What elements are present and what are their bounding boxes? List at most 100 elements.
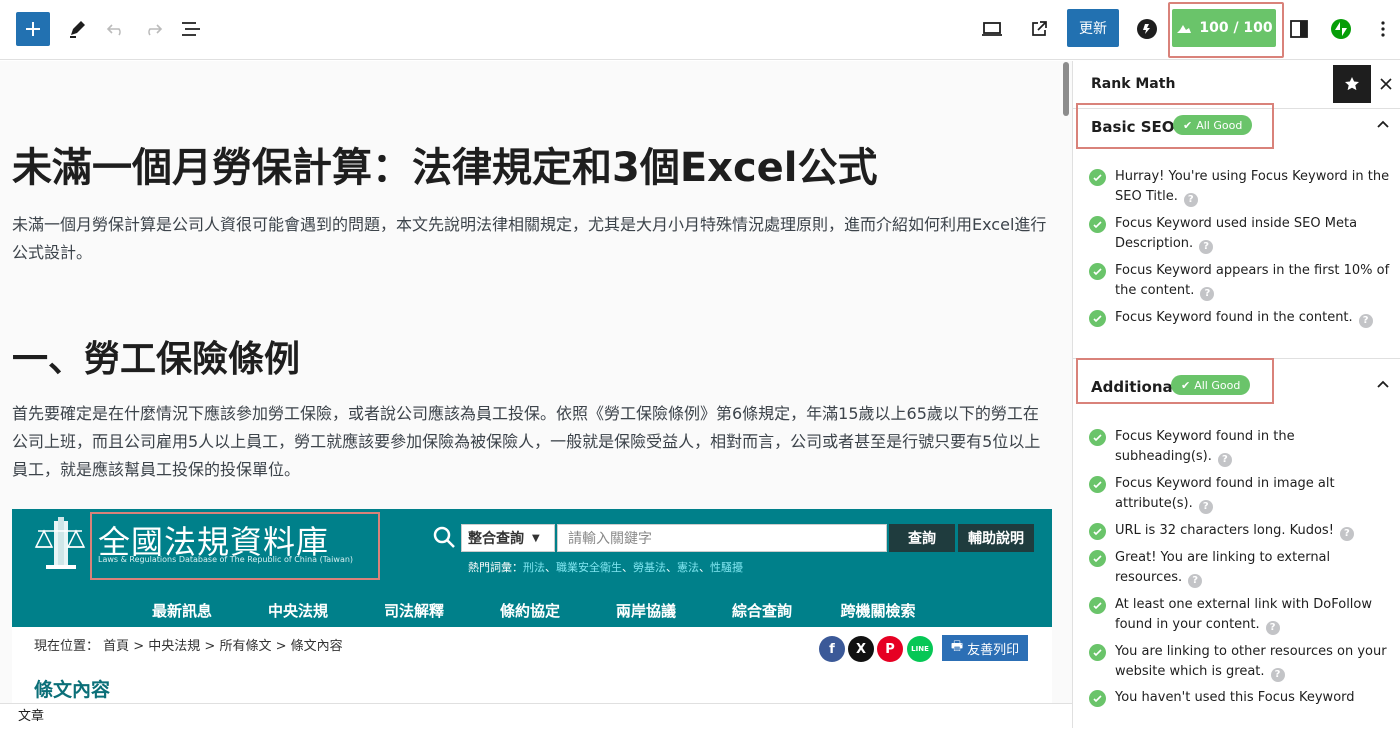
check-circle-icon [1089, 644, 1106, 661]
desktop-preview-icon [982, 22, 1002, 36]
chevron-up-icon[interactable] [1373, 375, 1393, 395]
check-circle-icon [1089, 476, 1106, 493]
check-circle-icon [1089, 523, 1106, 540]
post-title[interactable]: 未滿一個月勞保計算：法律規定和3個Excel公式 [12, 135, 878, 193]
hot-term: 職業安全衛生 [556, 561, 622, 574]
check-item: Hurray! You're using Focus Keyword in th… [1089, 167, 1394, 207]
view-post-button[interactable] [1024, 14, 1054, 44]
check-item: Focus Keyword found in the subheading(s)… [1089, 427, 1394, 467]
section-title-additional[interactable]: Additional [1091, 378, 1178, 396]
help-icon[interactable]: ? [1198, 500, 1213, 514]
undo-icon [106, 24, 121, 36]
jetpack-button[interactable] [1326, 14, 1356, 44]
law-main-nav: 最新訊息 中央法規 司法解釋 條約協定 兩岸協議 綜合查詢 跨機關檢索 [12, 595, 1052, 627]
sidebar-title: Rank Math [1091, 76, 1176, 92]
check-item-label: You haven't used this Focus Keyword [1115, 690, 1355, 705]
intro-paragraph[interactable]: 未滿一個月勞保計算是公司人資很可能會遇到的問題，本文先說明法律相關規定，尤其是大… [12, 211, 1052, 267]
help-icon[interactable]: ? [1358, 314, 1373, 328]
check-item-label: Focus Keyword appears in the first 10% o… [1115, 263, 1390, 298]
line-icon: LINE [907, 636, 933, 662]
hot-terms-label: 熱門詞彙： [468, 561, 523, 574]
help-icon[interactable]: ? [1339, 527, 1354, 541]
external-link-icon [1032, 21, 1047, 36]
help-icon[interactable]: ? [1188, 574, 1203, 588]
pencil-icon [70, 21, 85, 38]
scales-of-justice-icon [34, 517, 86, 569]
blogger-plugin-button[interactable] [1132, 14, 1162, 44]
rank-math-sidebar: Rank Math Basic SEO ✔ All Good Hurray! Yo… [1072, 61, 1400, 728]
check-circle-icon [1089, 263, 1106, 280]
law-nav-item: 跨機關檢索 [840, 602, 916, 620]
close-sidebar-button[interactable] [1375, 73, 1397, 95]
check-item: URL is 32 characters long. Kudos!? [1089, 521, 1394, 541]
sidebar-toggle-icon [1290, 20, 1308, 38]
more-vertical-icon [1381, 21, 1385, 37]
tools-button[interactable] [62, 14, 92, 44]
hot-term: 性騷擾 [710, 561, 743, 574]
section-title-basic-seo[interactable]: Basic SEO [1091, 118, 1175, 136]
article-heading: 條文內容 [34, 679, 111, 701]
hot-term: 刑法 [523, 561, 545, 574]
undo-button[interactable] [101, 14, 131, 44]
preview-button[interactable] [977, 14, 1007, 44]
redo-icon [148, 24, 163, 36]
add-block-button[interactable] [16, 12, 50, 46]
check-item-label: URL is 32 characters long. Kudos! [1115, 523, 1334, 538]
check-item: Great! You are linking to external resou… [1089, 548, 1394, 588]
help-icon[interactable]: ? [1265, 621, 1280, 635]
plurk-icon: P [877, 636, 903, 662]
help-icon[interactable]: ? [1200, 287, 1215, 301]
print-label: 友善列印 [967, 642, 1020, 658]
check-circle-icon [1089, 216, 1106, 233]
x-icon: X [848, 636, 874, 662]
blogger-b-icon [1137, 19, 1157, 39]
settings-sidebar-toggle[interactable] [1284, 14, 1314, 44]
check-circle-icon [1089, 310, 1106, 327]
chevron-up-icon[interactable] [1373, 115, 1393, 135]
law-search-button: 查詢 [889, 524, 955, 552]
check-item: Focus Keyword used inside SEO Meta Descr… [1089, 214, 1394, 254]
redo-button[interactable] [138, 14, 168, 44]
search-type-select: 整合查詢 ▼ [461, 524, 555, 552]
law-database-image-block[interactable]: 全國法規資料庫 Laws & Regulations Database of T… [12, 509, 1052, 703]
check-item-label: At least one external link with DoFollow… [1115, 597, 1372, 632]
plus-icon [26, 22, 40, 36]
check-circle-icon [1089, 597, 1106, 614]
law-nav-item: 司法解釋 [383, 602, 444, 620]
editor-toolbar: 更新 100 / 100 [0, 0, 1400, 60]
paragraph-section-1[interactable]: 首先要確定是在什麼情況下應該參加勞工保險，或者說公司應該為員工投保。依照《勞工保… [12, 400, 1052, 484]
check-item-label: Focus Keyword found in the content. [1115, 310, 1353, 325]
score-value: 100 / 100 [1199, 20, 1273, 36]
check-item-label: Focus Keyword found in the subheading(s)… [1115, 429, 1295, 464]
jetpack-icon [1331, 19, 1351, 39]
options-menu-button[interactable] [1368, 14, 1398, 44]
check-item-label: Hurray! You're using Focus Keyword in th… [1115, 169, 1390, 204]
star-icon [1345, 77, 1359, 91]
status-badge: ✔ All Good [1173, 115, 1253, 135]
block-breadcrumb-footer[interactable]: 文章 [0, 703, 1072, 728]
check-circle-icon [1089, 690, 1106, 707]
check-item: Focus Keyword appears in the first 10% o… [1089, 261, 1394, 301]
badge-label: All Good [1196, 118, 1243, 132]
help-icon[interactable]: ? [1217, 453, 1232, 467]
check-circle-icon [1089, 169, 1106, 186]
rank-math-score-button[interactable]: 100 / 100 [1172, 9, 1276, 47]
editor-scrollbar[interactable] [1063, 62, 1069, 116]
badge-label: All Good [1194, 378, 1241, 392]
pin-sidebar-button[interactable] [1333, 65, 1371, 103]
facebook-icon: f [819, 636, 845, 662]
check-item: Focus Keyword found in the content.? [1089, 308, 1394, 328]
help-icon[interactable]: ? [1199, 240, 1214, 254]
heading-section-1[interactable]: 一、勞工保險條例 [12, 330, 300, 382]
law-nav-item: 兩岸協議 [615, 602, 676, 620]
check-item-label: Focus Keyword found in image alt attribu… [1115, 476, 1335, 511]
law-breadcrumb: 現在位置： 首頁 > 中央法規 > 所有條文 > 條文內容 [34, 639, 343, 654]
printer-icon: 🖶 [950, 639, 964, 654]
update-button[interactable]: 更新 [1067, 9, 1119, 47]
check-item: You haven't used this Focus Keyword [1089, 688, 1394, 708]
help-icon[interactable]: ? [1270, 668, 1285, 682]
help-icon[interactable]: ? [1183, 193, 1198, 207]
list-view-button[interactable] [176, 14, 206, 44]
check-icon: ✔ [1181, 378, 1191, 392]
close-icon [1380, 78, 1392, 90]
